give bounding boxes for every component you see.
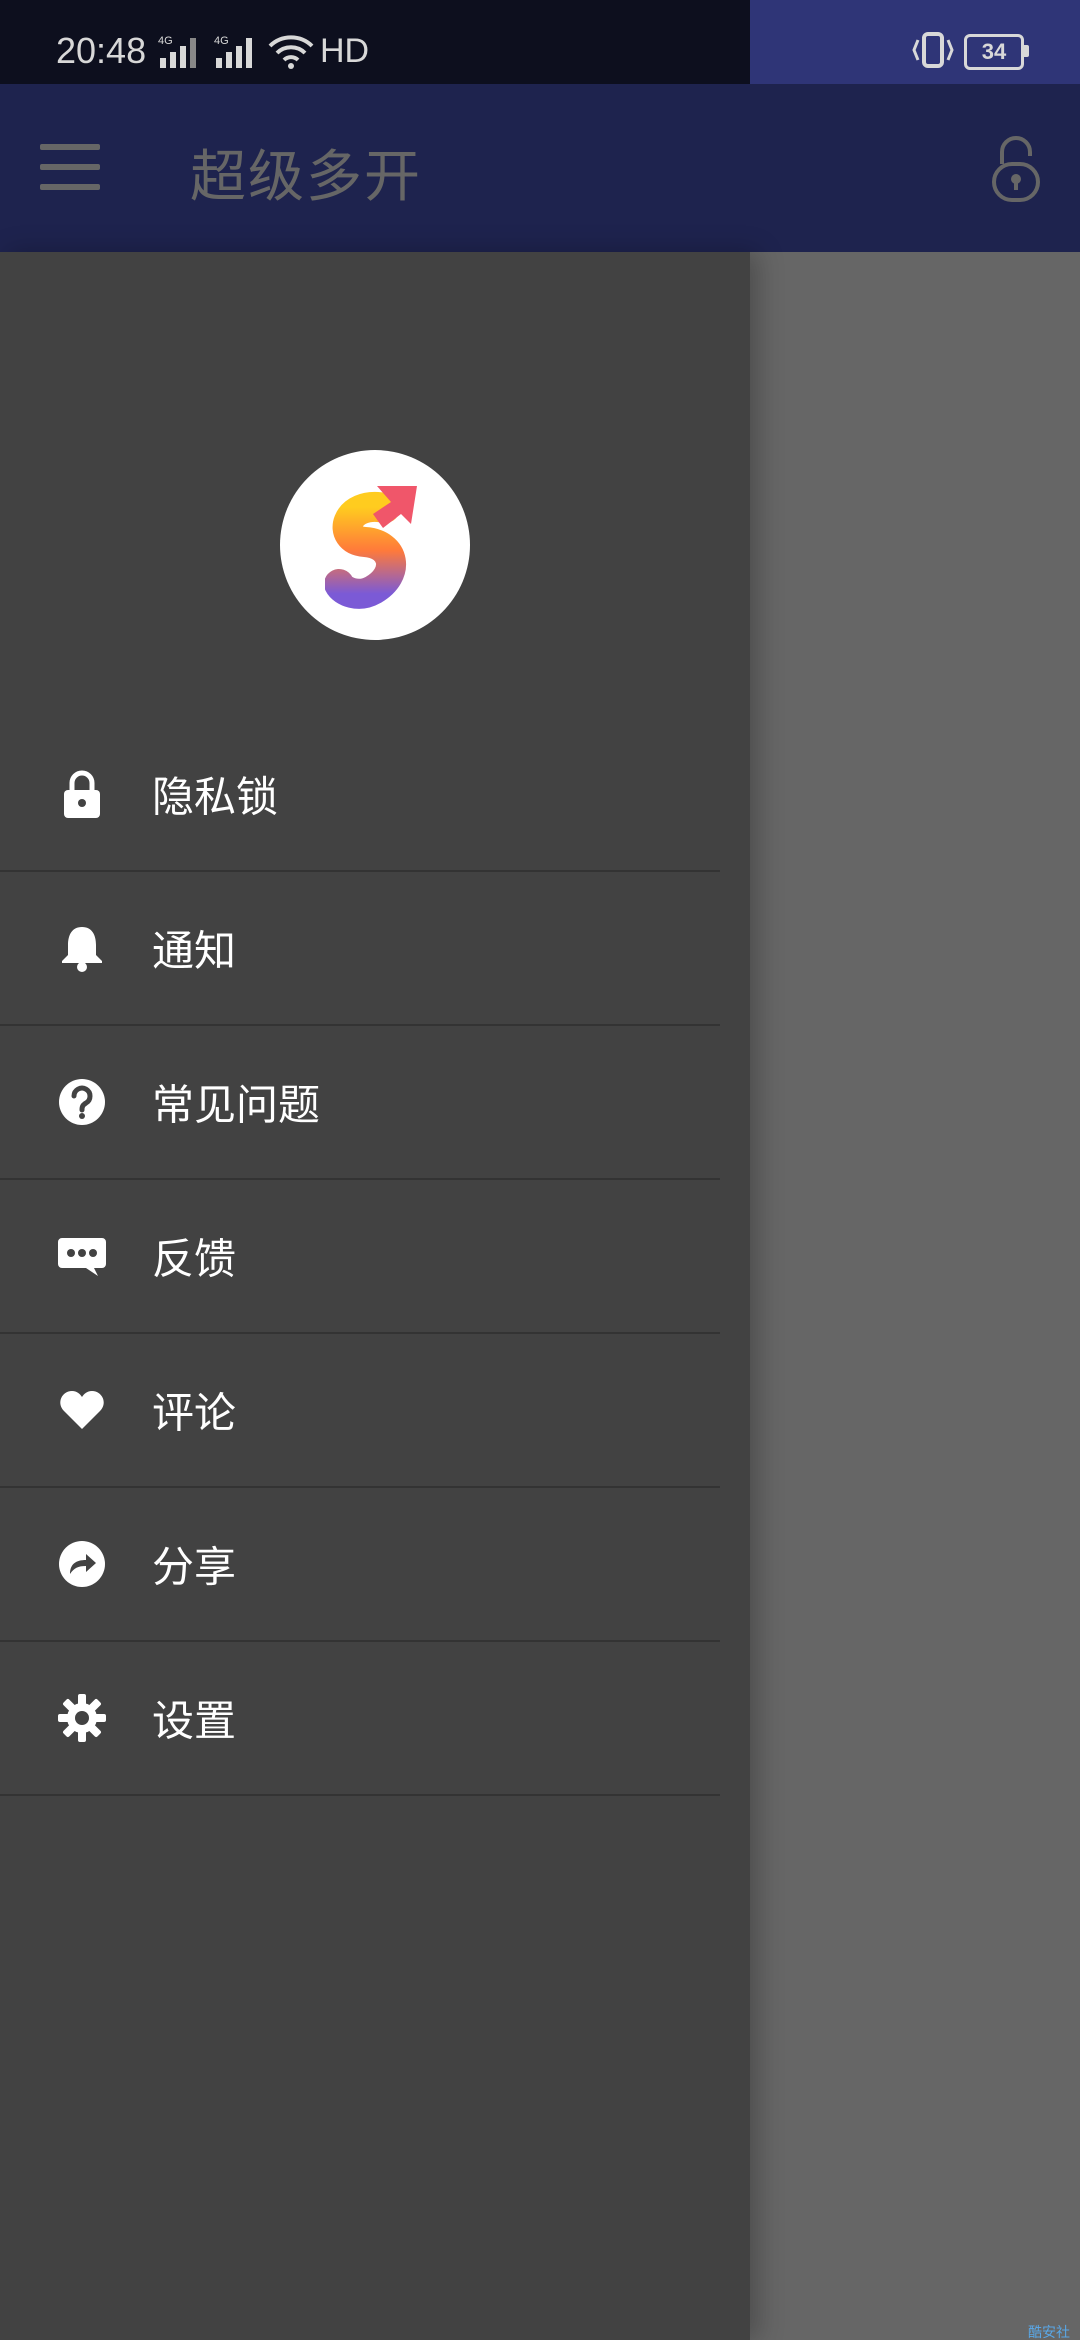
drawer-item-settings[interactable]: 设置 — [0, 1642, 720, 1796]
chat-bubble-icon — [56, 1230, 108, 1282]
share-icon — [56, 1538, 108, 1590]
signal-icon: 4G — [214, 34, 264, 74]
unlock-icon[interactable] — [988, 134, 1044, 204]
status-time: 20:48 — [56, 30, 147, 71]
battery-indicator: 34 — [964, 34, 1024, 70]
drawer-item-label: 通知 — [152, 926, 237, 976]
drawer-item-label: 常见问题 — [152, 1080, 321, 1130]
vibrate-icon — [910, 32, 956, 72]
app-logo-s-icon — [280, 450, 470, 640]
drawer-item-label: 评论 — [152, 1388, 237, 1438]
help-icon — [56, 1076, 108, 1128]
drawer-item-label: 反馈 — [152, 1234, 237, 1284]
hd-indicator: HD — [320, 32, 370, 70]
drawer-item-notifications[interactable]: 通知 — [0, 872, 720, 1026]
drawer-item-label: 隐私锁 — [152, 772, 279, 822]
lock-icon — [56, 768, 108, 820]
svg-text:4G: 4G — [158, 35, 173, 47]
drawer-item-feedback[interactable]: 反馈 — [0, 1180, 720, 1334]
app-title: 超级多开 — [190, 145, 422, 210]
signal-icon: 4G — [158, 34, 208, 74]
drawer-item-faq[interactable]: 常见问题 — [0, 1026, 720, 1180]
svg-text:4G: 4G — [214, 35, 229, 47]
bell-icon — [56, 922, 108, 974]
drawer-item-label: 设置 — [152, 1696, 237, 1746]
wifi-icon — [268, 34, 314, 74]
navigation-drawer: 隐私锁 通知 常见问题 反馈 评论 分享 设置 — [0, 252, 750, 2340]
drawer-item-share[interactable]: 分享 — [0, 1488, 720, 1642]
status-bar: 20:48 4G 4G HD 34 — [0, 0, 1080, 84]
gear-icon — [56, 1692, 108, 1744]
hamburger-icon[interactable] — [40, 144, 100, 192]
drawer-item-review[interactable]: 评论 — [0, 1334, 720, 1488]
drawer-item-privacy-lock[interactable]: 隐私锁 — [0, 718, 720, 872]
screen: 超级多开 隐私锁 通知 常见问题 反馈 评论 分享 设置 20:48 4G 4G… — [0, 0, 1080, 2340]
heart-icon — [56, 1384, 108, 1436]
drawer-menu: 隐私锁 通知 常见问题 反馈 评论 分享 设置 — [0, 718, 720, 1796]
drawer-item-label: 分享 — [152, 1542, 237, 1592]
app-bar: 超级多开 — [0, 84, 1080, 252]
watermark: 酷安社区 — [1028, 2325, 1070, 2340]
battery-tip — [1024, 45, 1029, 57]
